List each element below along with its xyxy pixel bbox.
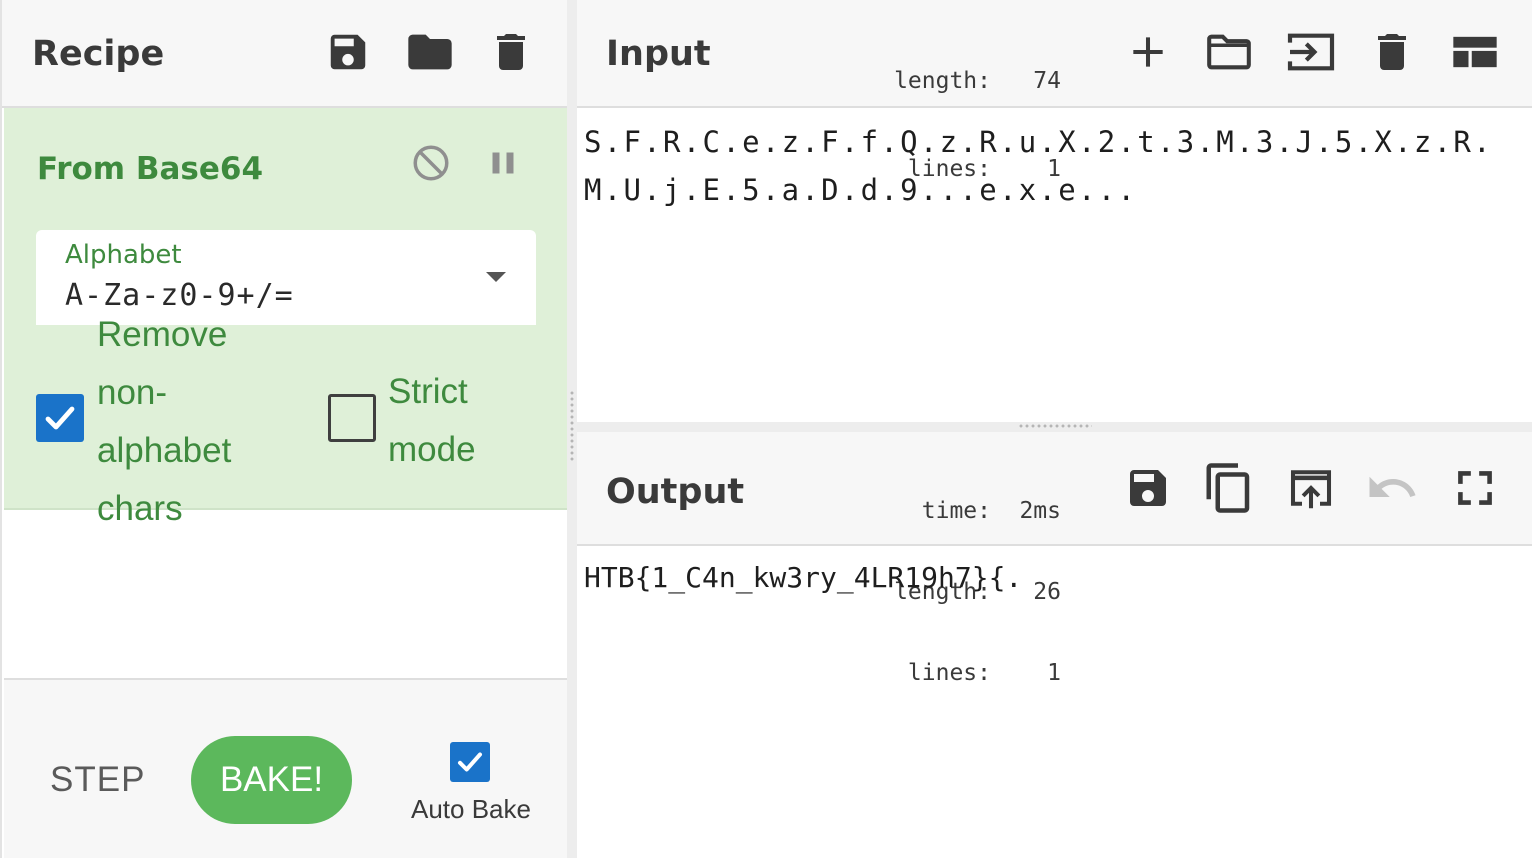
input-title: Input <box>606 34 711 74</box>
stat-key: time: <box>921 498 991 524</box>
remove-non-alphabet-label: Remove non- alphabet chars <box>97 306 231 538</box>
output-pane: Output time: 2ms length: 26 lines: 1 HTB{1_… <box>577 432 1532 858</box>
output-time: 2ms <box>1019 498 1061 524</box>
stat-key: lines: <box>907 660 991 686</box>
save-icon <box>330 34 366 70</box>
disable-operation-button[interactable] <box>410 142 452 184</box>
reset-layout-button[interactable] <box>1447 24 1503 80</box>
label-line: non- <box>97 373 168 412</box>
output-text[interactable]: HTB{1_C4n_kw3ry_4LR19h7}{. <box>584 560 1022 596</box>
bake-button[interactable]: BAKE! <box>191 736 352 824</box>
maximize-output-button[interactable] <box>1447 460 1503 516</box>
pause-icon <box>492 152 514 174</box>
output-lines: 1 <box>1047 660 1061 686</box>
replace-input-icon <box>1290 470 1332 509</box>
input-textarea[interactable]: S.F.R.C.e.z.F.f.Q.z.R.u.X.2.t.3.M.3.J.5.… <box>584 118 1514 214</box>
label-line: Remove <box>97 315 228 354</box>
copy-icon <box>1206 463 1250 513</box>
input-pane: Input length: 74 lines: 1 S.F.R.C.e.z.F.f.… <box>577 0 1532 422</box>
checkmark-icon <box>458 752 482 772</box>
bake-controls: STEP BAKE! Auto Bake <box>4 678 569 858</box>
load-recipe-button[interactable] <box>402 24 458 80</box>
replace-input-button[interactable] <box>1283 460 1339 516</box>
layout-icon <box>1453 36 1497 68</box>
strict-mode-checkbox[interactable] <box>328 394 376 442</box>
save-icon <box>1130 470 1166 506</box>
trash-icon <box>497 34 525 70</box>
strict-mode-label: Strict mode <box>388 363 476 479</box>
remove-non-alphabet-checkbox[interactable] <box>36 394 84 442</box>
trash-icon <box>1378 34 1406 70</box>
chevron-down-icon <box>486 272 506 282</box>
undo-icon <box>1369 476 1416 497</box>
undo-button[interactable] <box>1364 460 1420 516</box>
output-title: Output <box>606 472 745 512</box>
operation-title: From Base64 <box>37 151 264 187</box>
input-header: Input length: 74 lines: 1 <box>577 0 1532 182</box>
resize-grip-icon <box>570 390 574 462</box>
clear-input-button[interactable] <box>1364 24 1420 80</box>
save-output-button[interactable] <box>1120 460 1176 516</box>
open-folder-button[interactable] <box>1201 24 1257 80</box>
breakpoint-button[interactable] <box>482 142 524 184</box>
operation-from-base64[interactable]: From Base64 Alphabet A-Za-z0-9+/= Remove… <box>4 108 569 528</box>
step-button[interactable]: STEP <box>50 760 145 800</box>
label-line: Strict <box>388 372 468 411</box>
clear-recipe-button[interactable] <box>483 24 539 80</box>
copy-output-button[interactable] <box>1201 460 1257 516</box>
input-length: 74 <box>1033 68 1061 94</box>
output-header: Output time: 2ms length: 26 lines: 1 <box>577 432 1532 686</box>
add-input-tab-button[interactable] <box>1120 24 1176 80</box>
auto-bake-label: Auto Bake <box>411 794 531 824</box>
open-file-icon <box>1287 33 1335 71</box>
recipe-pane: Recipe From Base64 Alphabet A-Za-z0-9+/= <box>0 0 569 858</box>
label-line: chars <box>97 489 183 528</box>
label-line: mode <box>388 430 476 469</box>
recipe-title: Recipe <box>32 34 165 74</box>
stat-key: length: <box>894 68 991 94</box>
label-line: alphabet <box>97 431 232 470</box>
checkmark-icon <box>45 406 75 430</box>
folder-icon <box>408 34 452 70</box>
auto-bake-checkbox[interactable] <box>450 742 490 782</box>
recipe-header: Recipe <box>2 0 567 108</box>
save-recipe-button[interactable] <box>320 24 376 80</box>
open-file-button[interactable] <box>1283 24 1339 80</box>
resize-grip-icon <box>1018 424 1092 428</box>
plus-icon <box>1133 37 1163 67</box>
alphabet-label: Alphabet <box>65 240 182 270</box>
disable-icon <box>413 145 449 181</box>
maximize-icon <box>1458 471 1492 505</box>
open-folder-icon <box>1207 34 1251 70</box>
